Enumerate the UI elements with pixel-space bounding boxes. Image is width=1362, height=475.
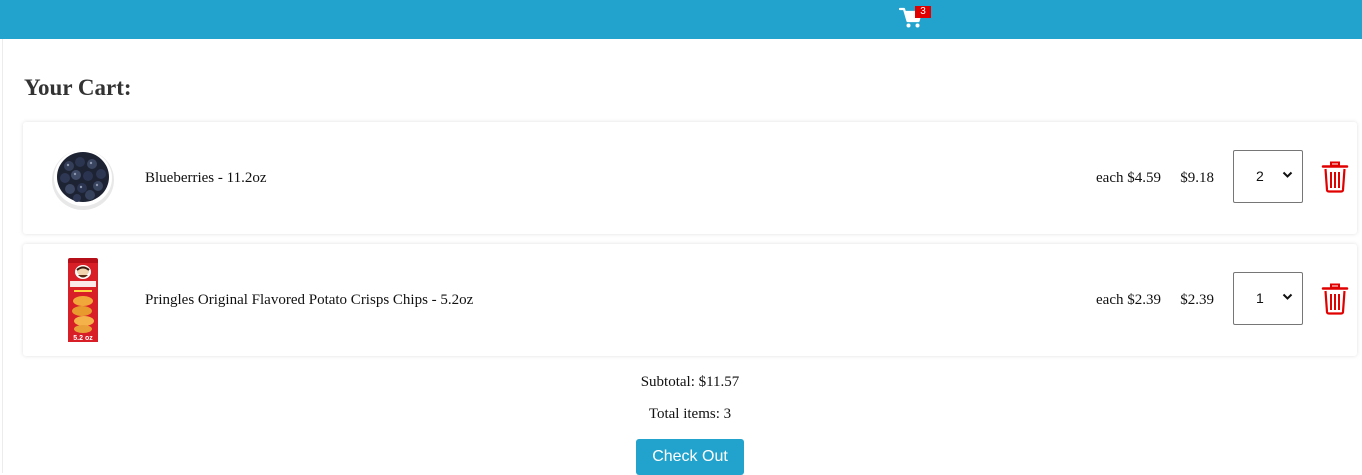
- cart-subtotal: Subtotal: $11.57: [640, 374, 740, 390]
- cart-item-pringles: 5.2 oz Pringles Original Flavored Potato…: [23, 244, 1357, 356]
- quantity-select[interactable]: 2: [1233, 150, 1303, 203]
- item-name: Blueberries - 11.2oz: [145, 170, 267, 186]
- item-unit-price: each $4.59: [1096, 170, 1161, 186]
- trash-icon: [1321, 283, 1349, 315]
- checkout-button[interactable]: Check Out: [636, 439, 744, 475]
- page-title: Your Cart:: [24, 75, 132, 100]
- cart-count-badge: 3: [915, 6, 931, 18]
- quantity-value: 2: [1256, 168, 1264, 184]
- quantity-select[interactable]: 1: [1233, 272, 1303, 325]
- item-unit-price: each $2.39: [1096, 292, 1161, 308]
- quantity-value: 1: [1256, 290, 1264, 306]
- top-navigation-bar: 3: [0, 0, 1362, 39]
- cart-item-blueberries: Blueberries - 11.2oz each $4.59 $9.18 2: [23, 122, 1357, 234]
- cart-total-items: Total items: 3: [648, 406, 732, 422]
- chevron-down-icon: [1282, 293, 1293, 300]
- cart-button[interactable]: 3: [899, 6, 935, 31]
- item-line-total: $2.39: [1180, 292, 1214, 308]
- item-name: Pringles Original Flavored Potato Crisps…: [145, 292, 474, 308]
- delete-item-button[interactable]: [1321, 283, 1349, 315]
- chevron-down-icon: [1282, 171, 1293, 178]
- delete-item-button[interactable]: [1321, 161, 1349, 193]
- cart-page: Your Cart: Blueberries - 11.2oz each $4.…: [2, 39, 1362, 475]
- blueberries-product-image: [39, 134, 127, 222]
- trash-icon: [1321, 161, 1349, 193]
- item-line-total: $9.18: [1180, 170, 1214, 186]
- pringles-size-label: 5.2 oz: [73, 335, 93, 342]
- pringles-product-image: 5.2 oz: [39, 256, 127, 344]
